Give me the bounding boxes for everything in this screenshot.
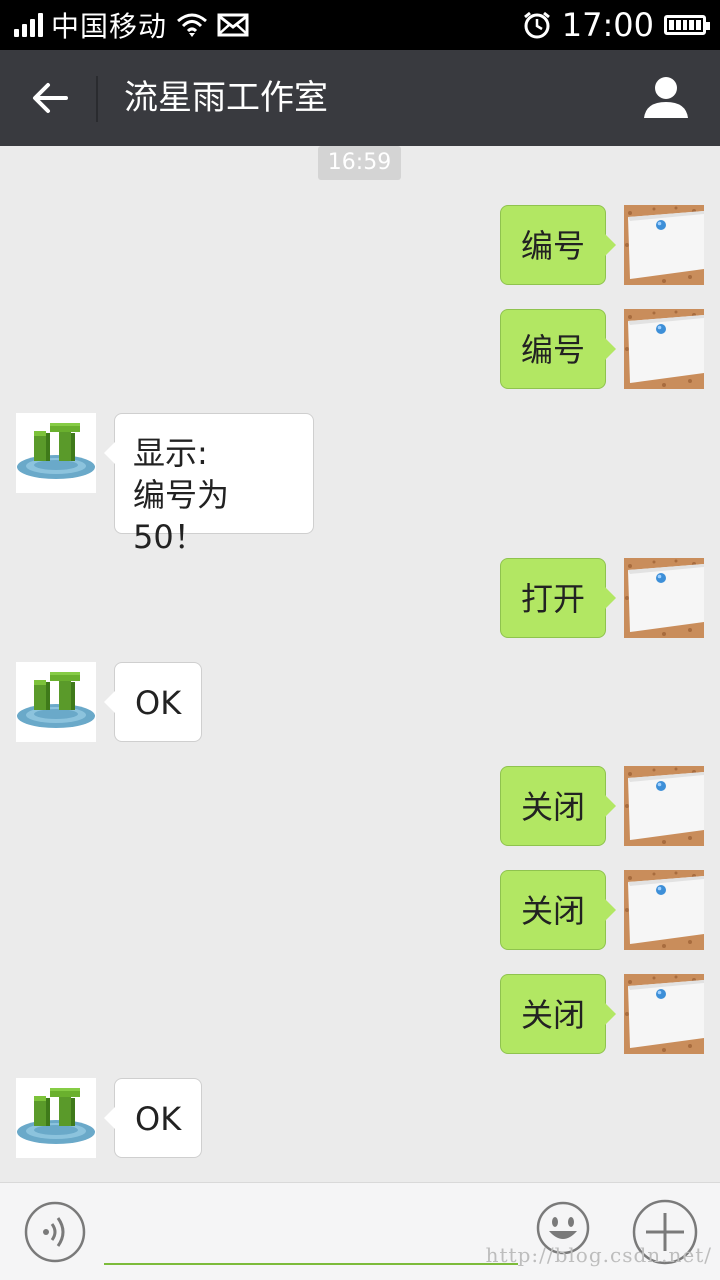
message-bubble[interactable]: 关闭 bbox=[499, 974, 617, 1054]
user-avatar[interactable] bbox=[624, 558, 704, 638]
profile-icon bbox=[644, 77, 688, 118]
battery-icon bbox=[664, 15, 710, 35]
message-timestamp: 16:59 bbox=[318, 146, 401, 180]
status-bar: 中国移动 17:00 bbox=[0, 0, 720, 50]
contact-avatar[interactable] bbox=[16, 413, 96, 493]
user-avatar[interactable] bbox=[624, 766, 704, 846]
wifi-icon bbox=[177, 13, 207, 37]
contact-avatar[interactable] bbox=[16, 662, 96, 742]
user-avatar[interactable] bbox=[624, 870, 704, 950]
title-bar: 流星雨工作室 bbox=[0, 50, 720, 146]
user-avatar[interactable] bbox=[624, 974, 704, 1054]
chat-title: 流星雨工作室 bbox=[124, 78, 328, 118]
profile-button[interactable] bbox=[640, 72, 692, 124]
title-divider bbox=[96, 76, 98, 122]
mail-icon bbox=[217, 13, 249, 37]
voice-button[interactable] bbox=[24, 1201, 86, 1263]
voice-icon bbox=[24, 1201, 86, 1263]
user-avatar[interactable] bbox=[624, 205, 704, 285]
message-bubble[interactable]: 编号 bbox=[499, 309, 617, 389]
message-bubble[interactable]: 关闭 bbox=[499, 766, 617, 846]
contact-avatar[interactable] bbox=[16, 1078, 96, 1158]
alarm-icon bbox=[523, 11, 550, 39]
message-bubble[interactable]: 打开 bbox=[499, 558, 617, 638]
message-bubble[interactable]: OK bbox=[103, 662, 203, 742]
user-avatar[interactable] bbox=[624, 309, 704, 389]
message-line: 显示: bbox=[133, 434, 208, 472]
carrier-name: 中国移动 bbox=[51, 10, 168, 43]
message-line: 编号为50！ bbox=[133, 476, 230, 556]
back-arrow-icon bbox=[33, 83, 68, 113]
watermark-text: http://blog.csdn.net/ bbox=[485, 1243, 712, 1267]
message-bubble[interactable]: 编号 bbox=[499, 205, 617, 285]
message-input[interactable] bbox=[104, 1203, 518, 1265]
message-bubble[interactable]: 关闭 bbox=[499, 870, 617, 950]
back-button[interactable] bbox=[22, 70, 78, 126]
chat-area[interactable]: 16:59 编号 编号 显示: 编号为50！ 打开 OK 关闭 关闭 关闭 OK bbox=[0, 146, 720, 1182]
message-bubble[interactable]: OK bbox=[103, 1078, 203, 1158]
input-bar: http://blog.csdn.net/ bbox=[0, 1182, 720, 1280]
status-clock: 17:00 bbox=[561, 6, 654, 44]
message-bubble[interactable]: 显示: 编号为50！ bbox=[104, 413, 314, 556]
signal-icon bbox=[14, 13, 43, 37]
